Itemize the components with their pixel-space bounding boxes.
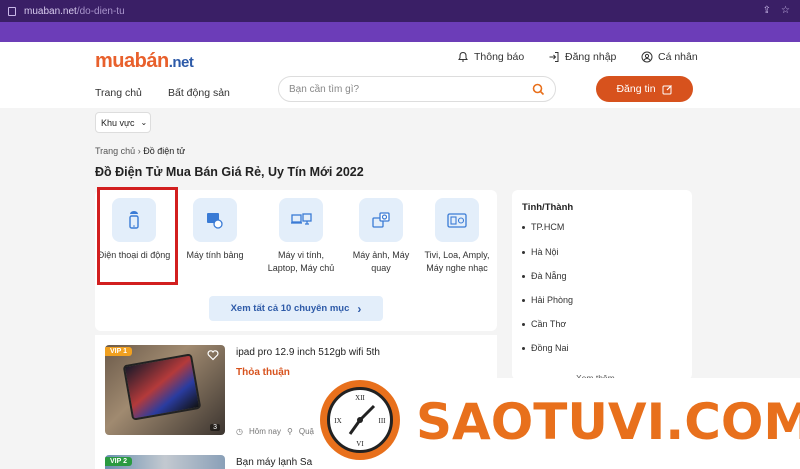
province-panel: Tỉnh/Thành TP.HCM Hà Nội Đà Nẵng Hải Phò…	[512, 190, 692, 383]
browser-address-bar[interactable]: muaban.net/do-dien-tu ⇪ ☆	[0, 0, 800, 22]
search-input[interactable]: Bạn cần tìm gì?	[278, 76, 556, 102]
highlight-box	[97, 187, 178, 285]
camera-icon	[372, 212, 390, 228]
listing-price: Thỏa thuận	[236, 367, 290, 378]
laptop-icon	[291, 213, 312, 225]
chevron-down-icon: ⌄	[140, 118, 148, 127]
region-filter[interactable]: Khu vực ⌄	[95, 112, 151, 133]
breadcrumb: Trang chủ › Đồ điện tử	[95, 146, 185, 156]
bookmark-star-icon[interactable]: ☆	[781, 5, 790, 16]
svg-text:VI: VI	[356, 440, 364, 448]
page-title: Đồ Điện Tử Mua Bán Giá Rẻ, Uy Tín Mới 20…	[95, 165, 364, 179]
search-placeholder: Bạn cần tìm gì?	[289, 84, 360, 95]
listing-image[interactable]: VIP 2	[105, 455, 225, 469]
svg-text:IX: IX	[334, 417, 341, 425]
url-text[interactable]: muaban.net/do-dien-tu	[24, 6, 125, 17]
province-item[interactable]: Hải Phòng	[522, 295, 573, 305]
chevron-right-icon: ›	[357, 301, 362, 316]
login-link[interactable]: Đăng nhập	[548, 51, 616, 63]
watermark-text: SAOTUVI.COM	[416, 393, 800, 451]
search-icon[interactable]	[532, 83, 545, 96]
listing-title[interactable]: Bạn máy lạnh Sa	[236, 457, 312, 468]
province-title: Tỉnh/Thành	[522, 202, 574, 213]
vip-badge: VIP 2	[105, 457, 132, 466]
listing-title[interactable]: ipad pro 12.9 inch 512gb wifi 5th	[236, 347, 380, 358]
listing-meta: ◷ Hôm nay ⚲ Quận	[236, 427, 319, 436]
location-icon: ⚲	[287, 427, 293, 436]
site-logo[interactable]: muabán.net	[95, 50, 194, 73]
edit-icon	[662, 84, 672, 94]
heart-icon[interactable]	[207, 349, 219, 361]
browser-tab-strip	[0, 22, 800, 42]
svg-text:XII: XII	[355, 394, 365, 402]
bell-icon	[458, 51, 468, 62]
see-all-categories-button[interactable]: Xem tất cả 10 chuyên mục ›	[209, 296, 383, 321]
category-cameras[interactable]: Máy ảnh, Máy quay	[343, 198, 419, 275]
vip-badge: VIP 1	[105, 347, 132, 356]
breadcrumb-current: Đồ điện tử	[143, 146, 186, 156]
category-tv-audio[interactable]: Tivi, Loa, Amply, Máy nghe nhạc	[419, 198, 495, 275]
profile-link[interactable]: Cá nhân	[641, 51, 698, 63]
province-item[interactable]: Cần Thơ	[522, 319, 566, 329]
breadcrumb-separator: ›	[137, 146, 141, 156]
nav-home[interactable]: Trang chủ	[95, 87, 142, 99]
image-count: 3	[210, 424, 220, 431]
province-item[interactable]: Hà Nội	[522, 247, 559, 257]
user-icon	[641, 51, 653, 63]
clock-logo-icon: XII III VI IX	[320, 380, 400, 460]
breadcrumb-home[interactable]: Trang chủ	[95, 146, 135, 156]
login-icon	[549, 52, 559, 62]
share-icon[interactable]: ⇪	[763, 5, 771, 16]
province-item[interactable]: Đồng Nai	[522, 343, 569, 353]
post-ad-button[interactable]: Đăng tin	[596, 76, 693, 102]
tv-speaker-icon	[447, 213, 467, 228]
province-item[interactable]: Đà Nẵng	[522, 271, 567, 281]
svg-text:III: III	[379, 417, 387, 425]
listing-image[interactable]: VIP 1 3	[105, 345, 225, 435]
province-item[interactable]: TP.HCM	[522, 222, 564, 232]
nav-real-estate[interactable]: Bất động sản	[168, 87, 230, 99]
clock-icon: ◷	[236, 427, 243, 436]
category-tablets[interactable]: Máy tính bảng	[177, 198, 253, 262]
lock-icon	[8, 6, 16, 16]
notifications-link[interactable]: Thông báo	[457, 51, 524, 63]
category-computers[interactable]: Máy vi tính, Laptop, Máy chủ	[263, 198, 339, 275]
tablet-icon	[207, 213, 223, 229]
site-header: muabán.net Thông báo Đăng nhập Cá nhân T…	[0, 42, 800, 108]
